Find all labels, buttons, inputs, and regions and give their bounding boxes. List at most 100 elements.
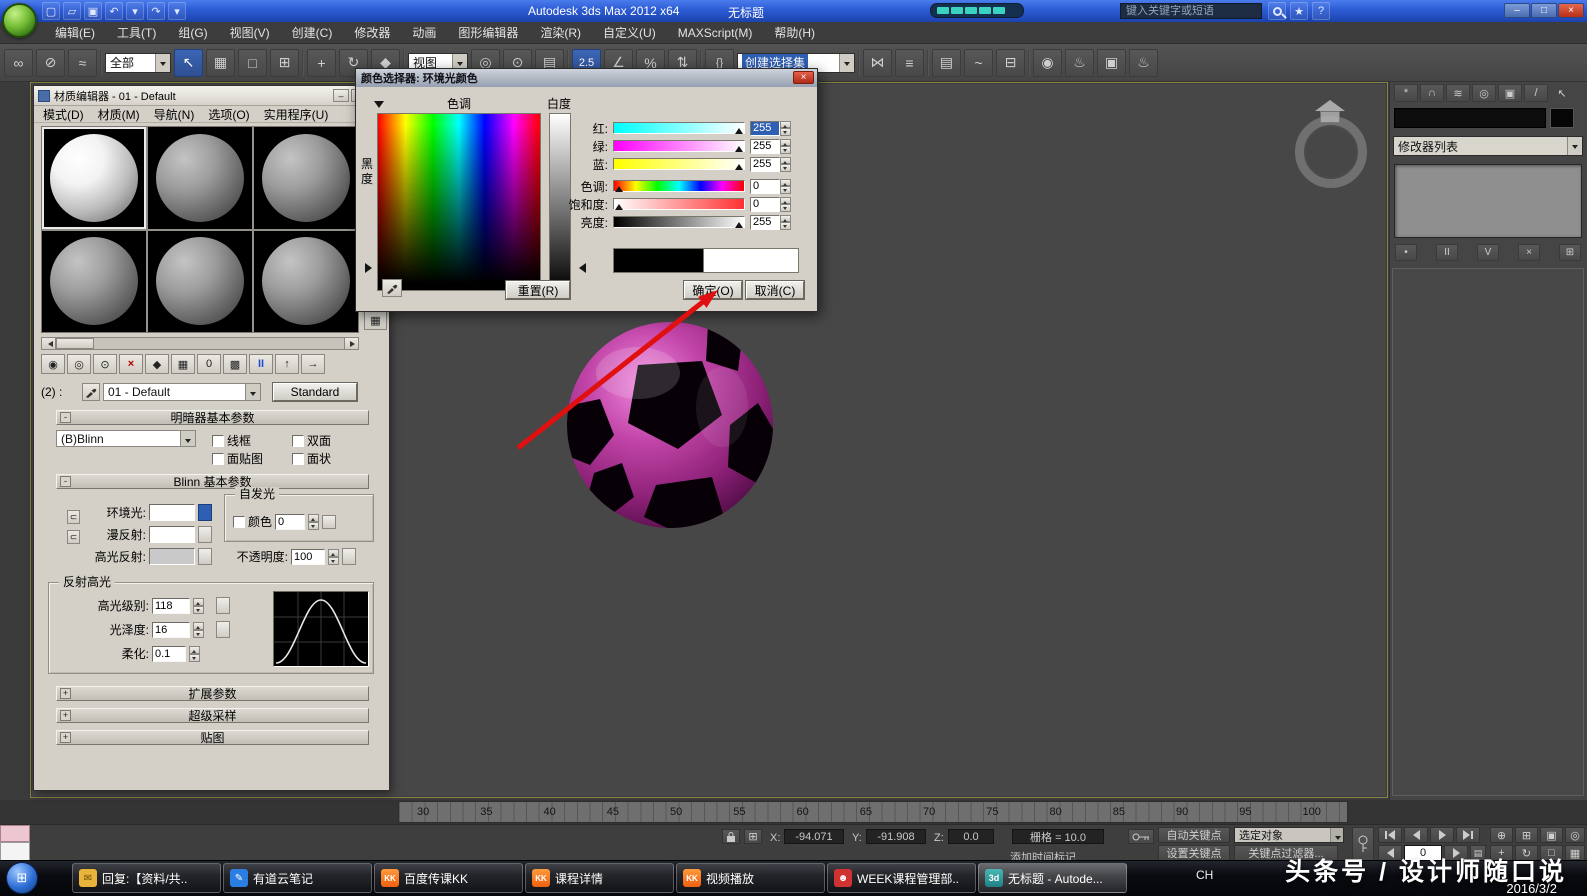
minimize-button[interactable]: – — [1504, 3, 1530, 18]
bind-to-space-warp-icon[interactable]: ≈ — [68, 49, 97, 77]
menu-tools[interactable]: 工具(T) — [106, 22, 167, 43]
menu-modifiers[interactable]: 修改器 — [343, 22, 401, 43]
pick-material-eyedropper-icon[interactable] — [82, 383, 100, 401]
put-material-icon[interactable]: ◎ — [67, 354, 91, 374]
sample-slot-4[interactable] — [42, 231, 146, 333]
search-icon[interactable] — [1268, 2, 1286, 20]
material-editor-icon[interactable]: ◉ — [1033, 49, 1062, 77]
undo-caret-icon[interactable]: ▾ — [126, 2, 144, 20]
blue-value-field[interactable]: 255 — [750, 157, 780, 172]
menu-maxscript[interactable]: MAXScript(M) — [667, 22, 764, 43]
rendered-frame-window-icon[interactable]: ▣ — [1097, 49, 1126, 77]
field-of-view-icon[interactable]: ◎ — [1565, 827, 1585, 843]
configure-modifier-sets-icon[interactable]: ⊞ — [1559, 244, 1581, 261]
select-and-link-icon[interactable]: ∞ — [4, 49, 33, 77]
glossiness-spinner[interactable] — [193, 622, 204, 638]
color-selector-titlebar[interactable]: 颜色选择器: 环境光颜色 — [356, 69, 817, 87]
red-slider[interactable] — [613, 122, 745, 134]
faceted-checkbox[interactable]: 面状 — [292, 450, 331, 467]
me-menu-navigation[interactable]: 导航(N) — [147, 106, 202, 123]
maxscript-macro-recorder[interactable] — [0, 825, 30, 842]
cancel-button[interactable]: 取消(C) — [746, 281, 804, 299]
blackness-marker[interactable] — [365, 263, 377, 273]
viewport-object-sphere[interactable] — [560, 315, 780, 535]
menu-graph-editors[interactable]: 图形编辑器 — [447, 22, 529, 43]
selfillum-value-field[interactable]: 0 — [275, 514, 305, 530]
material-editor-titlebar[interactable]: 材质编辑器 - 01 - Default – □ × — [34, 86, 389, 106]
me-menu-modes[interactable]: 模式(D) — [36, 106, 91, 123]
zoom-all-icon[interactable]: ⊞ — [1515, 827, 1538, 843]
tab-utilities-icon[interactable]: / — [1524, 84, 1548, 102]
chevron-down-icon[interactable] — [155, 54, 170, 72]
me-minimize-button[interactable]: – — [333, 89, 349, 102]
menu-edit[interactable]: 编辑(E) — [44, 22, 106, 43]
help-icon[interactable]: ? — [1312, 2, 1330, 20]
infocenter-search-input[interactable] — [1120, 3, 1262, 19]
open-file-icon[interactable]: ▱ — [63, 2, 81, 20]
remove-modifier-icon[interactable]: × — [1518, 244, 1540, 261]
steering-wheel-ring[interactable] — [1295, 116, 1367, 188]
redo-caret-icon[interactable]: ▾ — [168, 2, 186, 20]
x-coordinate-field[interactable]: -94.071 — [784, 829, 844, 844]
ok-button[interactable]: 确定(O) — [684, 281, 742, 299]
selfillum-color-checkbox[interactable] — [233, 516, 245, 528]
render-production-icon[interactable]: ♨ — [1129, 49, 1158, 77]
reset-button[interactable]: 重置(R) — [506, 281, 570, 299]
opacity-map-button[interactable] — [342, 548, 356, 565]
go-forward-to-sibling-icon[interactable]: → — [301, 354, 325, 374]
select-by-name-icon[interactable]: ▦ — [206, 49, 235, 77]
start-button[interactable]: ⊞ — [6, 862, 38, 894]
color-eyedropper-icon[interactable] — [382, 279, 402, 297]
tab-motion-icon[interactable]: ◎ — [1472, 84, 1496, 102]
expand-icon[interactable]: + — [60, 710, 71, 721]
schematic-view-icon[interactable]: ⊟ — [996, 49, 1025, 77]
go-to-end-icon[interactable] — [1456, 827, 1480, 843]
command-panel-rollout-area[interactable] — [1392, 268, 1584, 796]
sample-slot-3[interactable] — [254, 127, 358, 229]
zoom-icon[interactable]: ⊕ — [1490, 827, 1513, 843]
green-spinner[interactable] — [780, 139, 791, 154]
go-to-start-icon[interactable] — [1378, 827, 1402, 843]
sample-slot-2[interactable] — [148, 127, 252, 229]
glossiness-map-button[interactable] — [216, 621, 230, 638]
language-indicator[interactable]: CH — [1196, 868, 1213, 882]
collapse-icon[interactable]: - — [60, 412, 71, 423]
diffuse-color-swatch[interactable] — [149, 526, 195, 543]
chevron-down-icon[interactable] — [1567, 137, 1582, 155]
layer-manager-icon[interactable]: ▤ — [932, 49, 961, 77]
collapse-icon[interactable]: - — [60, 476, 71, 487]
taskbar-item-video-player[interactable]: KK 视频播放 — [676, 863, 825, 893]
application-menu-button[interactable] — [2, 3, 37, 38]
chevron-down-icon[interactable] — [839, 54, 854, 72]
make-unique-stack-icon[interactable]: V — [1477, 244, 1499, 261]
make-unique-icon[interactable]: ◆ — [145, 354, 169, 374]
zoom-extents-icon[interactable]: ▣ — [1540, 827, 1563, 843]
sample-slot-1[interactable] — [42, 127, 146, 229]
unlink-selection-icon[interactable]: ⊘ — [36, 49, 65, 77]
specular-level-field[interactable]: 118 — [152, 598, 190, 614]
value-spinner[interactable] — [780, 215, 791, 230]
specular-level-map-button[interactable] — [216, 597, 230, 614]
tab-display-icon[interactable]: ▣ — [1498, 84, 1522, 102]
time-slider-track[interactable]: 30 35 40 45 50 55 60 65 70 75 80 85 90 9… — [398, 801, 1348, 823]
sample-slots-scrollbar[interactable] — [41, 337, 359, 350]
selection-filter-dropdown[interactable]: 全部 — [105, 53, 171, 73]
window-crossing-icon[interactable]: ⊞ — [270, 49, 299, 77]
rollout-extended-parameters[interactable]: + 扩展参数 — [56, 686, 369, 701]
assign-material-icon[interactable]: ⊙ — [93, 354, 117, 374]
selection-set-dropdown[interactable]: 选定对象 — [1234, 827, 1344, 843]
object-name-field[interactable] — [1394, 108, 1546, 128]
maximize-viewport-icon[interactable]: ▦ — [1565, 845, 1585, 861]
specular-level-spinner[interactable] — [193, 598, 204, 614]
menu-views[interactable]: 视图(V) — [219, 22, 281, 43]
reset-map-icon[interactable]: × — [119, 354, 143, 374]
menu-animation[interactable]: 动画 — [401, 22, 447, 43]
redo-icon[interactable]: ↷ — [147, 2, 165, 20]
selection-region-icon[interactable]: □ — [238, 49, 267, 77]
y-coordinate-field[interactable]: -91.908 — [866, 829, 926, 844]
diffuse-map-button[interactable] — [198, 526, 212, 543]
put-to-library-icon[interactable]: ▦ — [171, 354, 195, 374]
sample-slot-6[interactable] — [254, 231, 358, 333]
align-icon[interactable]: ≡ — [895, 49, 924, 77]
chevron-down-icon[interactable] — [180, 431, 195, 446]
